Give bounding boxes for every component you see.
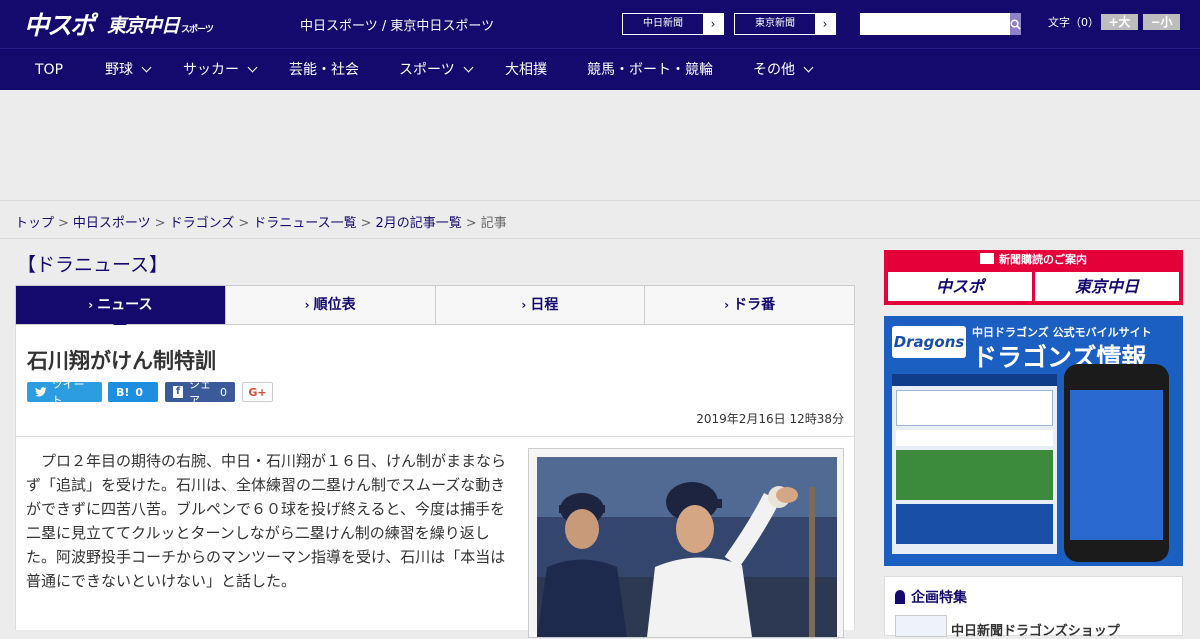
google-plus-icon: G+ xyxy=(248,385,267,399)
breadcrumb: トップ > 中日スポーツ > ドラゴンズ > ドラニュース一覧 >2月の記事一覧 > 記事 xyxy=(15,216,507,231)
hatena-icon: B! xyxy=(116,385,130,399)
breadcrumb-link[interactable]: 2月の記事一覧 xyxy=(376,216,462,231)
article-text: プロ２年目の期待の右腕、中日・石川翔が１６日、けん制がままならず「追試」を受けた… xyxy=(26,452,507,590)
chevron-right-icon: › xyxy=(304,298,310,312)
chevron-right-icon: › xyxy=(88,298,94,312)
breadcrumb-link[interactable]: 中日スポーツ xyxy=(73,216,151,231)
tweet-button[interactable]: ツイート xyxy=(27,378,102,407)
breadcrumb-bar: トップ > 中日スポーツ > ドラゴンズ > ドラニュース一覧 >2月の記事一覧 > 記事 xyxy=(0,200,1200,239)
search-box xyxy=(860,13,1021,35)
font-bigger-button[interactable]: +大 xyxy=(1101,14,1138,30)
tab-standings[interactable]: › 順位表 xyxy=(224,286,435,324)
tab-news[interactable]: › ニュース xyxy=(16,286,225,332)
chevron-right-icon: › xyxy=(815,14,835,34)
article-photo-frame xyxy=(528,448,844,638)
logo-tokyo-chunichi: 東京中日 スポーツ xyxy=(107,14,214,37)
nav-item-racing[interactable]: 競馬・ボート・競輪 xyxy=(587,49,713,91)
article-headline: 石川翔がけん制特訓 xyxy=(27,349,216,373)
article-body: プロ２年目の期待の右腕、中日・石川翔が１６日、けん制がままならず「追試」を受けた… xyxy=(15,437,855,638)
chevron-right-icon: › xyxy=(724,298,730,312)
main-nav: TOP 野球 サッカー 芸能・社会 スポーツ 大相撲 競馬・ボート・競輪 その他 xyxy=(0,48,1200,90)
newspaper-icon xyxy=(980,253,994,264)
chevron-down-icon xyxy=(463,62,474,73)
dragons-mobile-site-banner[interactable]: Dragons 中日ドラゴンズ 公式モバイルサイト ドラゴンズ情報 xyxy=(884,316,1183,566)
newspaper-subscription-banner[interactable]: 新聞購読のご案内 中スポ 東京中日 xyxy=(884,250,1183,305)
chunichi-shimbun-link[interactable]: 中日新聞 › xyxy=(622,13,724,35)
subscribe-chuspo-logo[interactable]: 中スポ xyxy=(888,272,1032,301)
article-date: 2019年2月16日 12時38分 xyxy=(696,412,844,426)
breadcrumb-link[interactable]: トップ xyxy=(15,216,54,231)
article-header: 石川翔がけん制特訓 ツイート B! 0 f シェア 0 G+ 2019年2月16… xyxy=(15,325,855,437)
tab-schedule[interactable]: › 日程 xyxy=(434,286,645,324)
search-button[interactable] xyxy=(1010,13,1021,35)
breadcrumb-link[interactable]: ドラニュース一覧 xyxy=(253,216,356,231)
tokyo-shimbun-link[interactable]: 東京新聞 › xyxy=(734,13,836,35)
chevron-down-icon xyxy=(141,62,152,73)
nav-item-soccer[interactable]: サッカー xyxy=(183,49,258,91)
site-logo[interactable]: 中スポ 東京中日 スポーツ xyxy=(24,8,214,40)
hatena-bookmark-button[interactable]: B! 0 xyxy=(108,382,158,402)
breadcrumb-current: 記事 xyxy=(480,216,507,231)
tab-dora-ban[interactable]: › ドラ番 xyxy=(644,286,854,324)
banner-phone xyxy=(1064,364,1169,562)
search-input[interactable] xyxy=(860,13,1010,35)
facebook-share-button[interactable]: f シェア 0 xyxy=(165,378,235,407)
top-bar: 中スポ 東京中日 スポーツ 中日スポーツ / 東京中日スポーツ 中日新聞 › 東京… xyxy=(0,0,1200,48)
banner-brand: Dragons xyxy=(892,326,966,358)
site-title: 中日スポーツ / 東京中日スポーツ xyxy=(300,19,495,34)
ad-area xyxy=(0,90,1200,200)
dragons-shop-thumbnail[interactable] xyxy=(895,615,947,637)
chevron-right-icon: › xyxy=(521,298,527,312)
nav-item-baseball[interactable]: 野球 xyxy=(105,49,152,91)
twitter-icon xyxy=(35,387,47,397)
article-photo[interactable] xyxy=(537,457,837,637)
chevron-down-icon xyxy=(247,62,258,73)
nav-item-entertainment[interactable]: 芸能・社会 xyxy=(289,49,359,91)
special-feature-title: 企画特集 xyxy=(895,587,967,607)
logo-chuspo: 中スポ xyxy=(24,11,95,40)
search-icon xyxy=(1010,19,1021,30)
chevron-down-icon xyxy=(803,62,814,73)
nav-item-sumo[interactable]: 大相撲 xyxy=(505,49,547,91)
chevron-right-icon: › xyxy=(703,14,723,34)
facebook-icon: f xyxy=(173,386,183,398)
banner-scoreboard xyxy=(892,374,1057,554)
breadcrumb-link[interactable]: ドラゴンズ xyxy=(170,216,235,231)
nav-item-other[interactable]: その他 xyxy=(753,49,814,91)
award-icon xyxy=(895,590,905,604)
nav-item-sports[interactable]: スポーツ xyxy=(399,49,474,91)
pitcher-photo-illustration xyxy=(537,457,837,637)
section-title: 【ドラニュース】 xyxy=(17,254,169,276)
google-plus-button[interactable]: G+ xyxy=(242,382,273,402)
special-feature-box: 企画特集 中日新聞ドラゴンズショップ xyxy=(884,576,1183,639)
font-smaller-button[interactable]: −小 xyxy=(1143,14,1180,30)
nav-item-top[interactable]: TOP xyxy=(35,49,63,91)
tab-bar: › ニュース › 順位表 › 日程 › ドラ番 xyxy=(15,285,855,332)
subscribe-tokyo-chunichi-logo[interactable]: 東京中日 xyxy=(1035,272,1179,301)
subscription-caption: 新聞購読のご案内 xyxy=(884,250,1183,270)
font-size-label: 文字（0） xyxy=(1048,16,1099,29)
